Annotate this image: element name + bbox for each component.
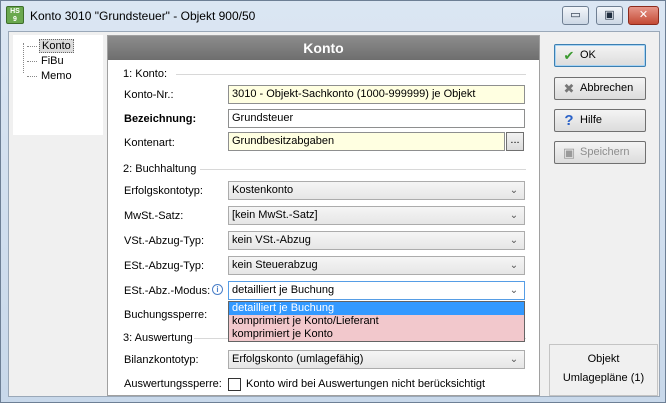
est-abzug-typ-select[interactable]: kein Steuerabzug ⌄ (228, 256, 525, 275)
est-abz-modus-dropdown-list: detailliert je Buchung komprimiert je Ko… (228, 301, 525, 342)
button-label: Speichern (580, 146, 630, 158)
section-auswertung-label: 3: Auswertung (123, 332, 193, 344)
kontenart-label: Kontenart: (124, 137, 175, 149)
section-buchhaltung-label: 2: Buchhaltung (123, 163, 197, 175)
erfolgskontotyp-label: Erfolgskontotyp: (124, 185, 203, 197)
abbrechen-button[interactable]: ✖ Abbrechen (554, 77, 646, 100)
chevron-down-icon: ⌄ (509, 354, 519, 365)
button-label: OK (580, 49, 596, 61)
select-value: kein Steuerabzug (232, 259, 318, 271)
button-label: Hilfe (580, 114, 603, 126)
select-value: detailliert je Buchung (232, 284, 335, 296)
est-abz-modus-select[interactable]: detailliert je Buchung ⌄ (228, 281, 525, 300)
chevron-down-icon: ⌄ (509, 260, 519, 271)
dropdown-option[interactable]: komprimiert je Konto/Lieferant (229, 315, 524, 328)
dropdown-option[interactable]: komprimiert je Konto (229, 328, 524, 341)
mwst-satz-label: MwSt.-Satz: (124, 210, 184, 222)
umlageplaene-label: Umlagepläne (1) (562, 372, 645, 384)
dialog-client-area: Konto FiBu Memo Konto 1: Konto: Konto-Nr… (8, 31, 660, 397)
objekt-umlageplaene-box[interactable]: Objekt Umlagepläne (1) (549, 344, 658, 396)
buchungssperre-label: Buchungssperre: (124, 309, 208, 321)
speichern-button[interactable]: ▣ Speichern (554, 141, 646, 164)
bezeichnung-field[interactable]: Grundsteuer (228, 109, 525, 128)
vst-abzug-typ-select[interactable]: kein VSt.-Abzug ⌄ (228, 231, 525, 250)
chevron-down-icon: ⌄ (509, 185, 519, 196)
window-title: Konto 3010 "Grundsteuer" - Objekt 900/50 (30, 9, 256, 23)
hilfe-button[interactable]: ? Hilfe (554, 109, 646, 132)
select-value: kein VSt.-Abzug (232, 234, 311, 246)
konto-nr-label: Konto-Nr.: (124, 89, 174, 101)
kontenart-browse-button[interactable]: ... (506, 132, 524, 151)
dialog-window: HS 9 Konto 3010 "Grundsteuer" - Objekt 90… (0, 0, 666, 403)
tree-item-label: FiBu (41, 55, 64, 67)
ok-button[interactable]: ✔ OK (554, 44, 646, 67)
navigation-tree: Konto FiBu Memo (13, 35, 103, 135)
tree-item-label: Konto (39, 39, 74, 53)
chevron-down-icon: ⌄ (509, 235, 519, 246)
objekt-label: Objekt (587, 353, 620, 365)
info-icon[interactable]: i (212, 284, 223, 295)
save-disk-icon: ▣ (562, 145, 576, 160)
select-value: Kostenkonto (232, 184, 294, 196)
bilanzkontotyp-select[interactable]: Erfolgskonto (umlagefähig) ⌄ (228, 350, 525, 369)
est-abzug-typ-label: ESt.-Abzug-Typ: (124, 260, 205, 272)
tree-connector (27, 61, 37, 62)
tree-connector (27, 76, 37, 77)
tree-connector (27, 46, 37, 47)
tree-item-label: Memo (41, 70, 72, 82)
auswertungssperre-label: Auswertungssperre: (124, 378, 222, 390)
konto-panel: Konto 1: Konto: Konto-Nr.: 3010 - Objekt… (107, 35, 540, 396)
section-konto-label: 1: Konto: (123, 68, 168, 80)
app-logo-icon: HS 9 (6, 6, 24, 24)
button-label: Abbrechen (580, 82, 634, 94)
maximize-button[interactable]: ▣ (596, 6, 623, 25)
tree-connector (23, 43, 24, 73)
chevron-down-icon: ⌄ (509, 210, 519, 221)
section-divider (176, 74, 526, 75)
chevron-down-icon: ⌄ (509, 285, 519, 296)
cancel-x-icon: ✖ (563, 81, 575, 96)
bilanzkontotyp-label: Bilanzkontotyp: (124, 354, 199, 366)
est-abz-modus-label: ESt.-Abz.-Modus: (124, 285, 211, 297)
konto-nr-field[interactable]: 3010 - Objekt-Sachkonto (1000-999999) je… (228, 85, 525, 104)
panel-title: Konto (108, 36, 539, 60)
vst-abzug-typ-label: VSt.-Abzug-Typ: (124, 235, 205, 247)
kontenart-field[interactable]: Grundbesitzabgaben (228, 132, 505, 151)
minimize-button[interactable]: ▭ (562, 6, 589, 25)
title-bar[interactable]: HS 9 Konto 3010 "Grundsteuer" - Objekt 90… (1, 1, 665, 31)
help-question-icon: ? (564, 112, 574, 129)
erfolgskontotyp-select[interactable]: Kostenkonto ⌄ (228, 181, 525, 200)
auswertungssperre-checkbox-label[interactable]: Konto wird bei Auswertungen nicht berück… (246, 378, 485, 390)
section-divider (200, 169, 526, 170)
bezeichnung-label: Bezeichnung: (124, 113, 197, 125)
mwst-satz-select[interactable]: [kein MwSt.-Satz] ⌄ (228, 206, 525, 225)
select-value: [kein MwSt.-Satz] (232, 209, 318, 221)
select-value: Erfolgskonto (umlagefähig) (232, 353, 364, 365)
checkmark-icon: ✔ (563, 48, 575, 63)
close-button[interactable]: ✕ (628, 6, 659, 25)
auswertungssperre-checkbox[interactable] (228, 378, 241, 391)
dropdown-option[interactable]: detailliert je Buchung (229, 302, 524, 315)
